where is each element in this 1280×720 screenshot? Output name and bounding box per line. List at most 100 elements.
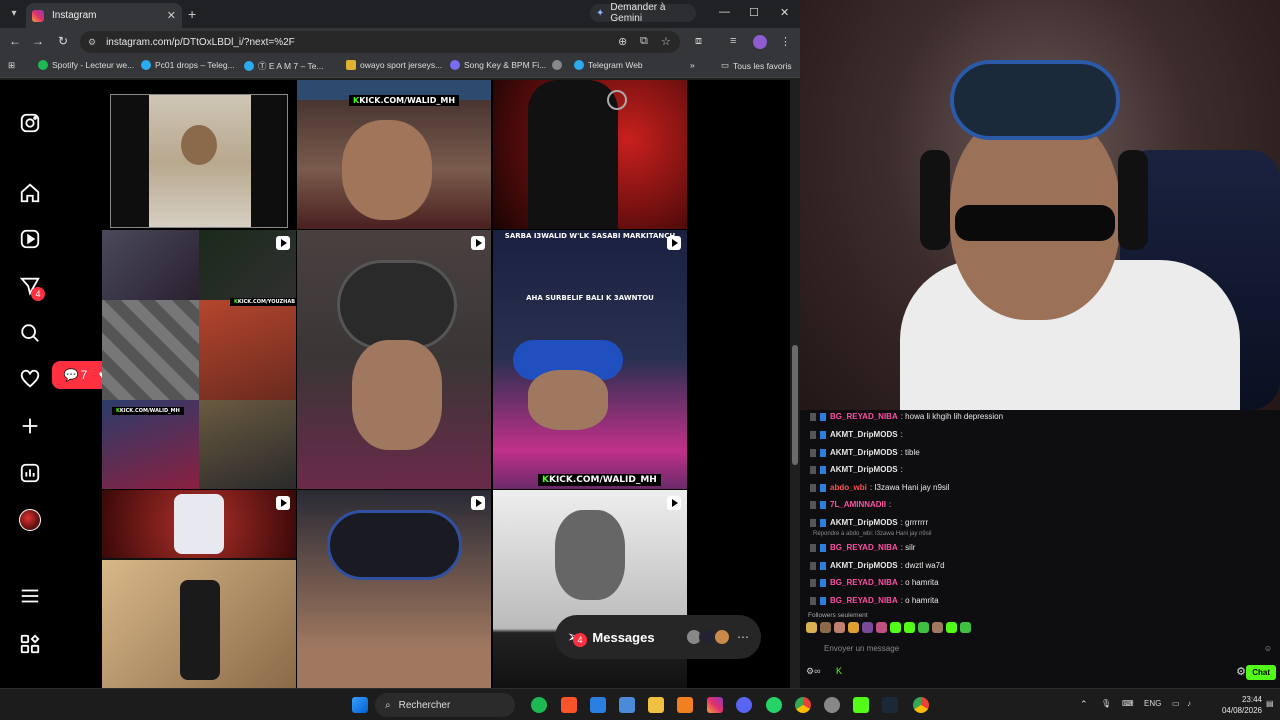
dashboard-icon[interactable] bbox=[18, 462, 42, 486]
emote[interactable] bbox=[820, 622, 831, 633]
chat-username[interactable]: AKMT_DripMODS bbox=[830, 465, 898, 474]
reels-icon[interactable] bbox=[18, 228, 42, 252]
profile-avatar[interactable] bbox=[19, 509, 41, 531]
chat-message[interactable]: BG_REYAD_NIBA: o hamrita bbox=[810, 596, 939, 605]
tab-close-icon[interactable]: ✕ bbox=[167, 9, 176, 22]
also-from-meta-icon[interactable] bbox=[18, 633, 42, 657]
chat-message[interactable]: BG_REYAD_NIBA: howa li khgih lih depress… bbox=[810, 412, 1003, 421]
emote[interactable] bbox=[946, 622, 957, 633]
minimize-icon[interactable]: — bbox=[719, 6, 730, 18]
extensions-icon[interactable]: ⧈ bbox=[695, 35, 702, 48]
search-icon[interactable] bbox=[18, 322, 42, 346]
settings-gear-icon[interactable]: ⚙ bbox=[1236, 665, 1246, 678]
bookmarks-overflow-icon[interactable]: » bbox=[690, 60, 695, 70]
post-thumbnail[interactable] bbox=[297, 230, 491, 489]
keyboard-icon[interactable]: ⌨ bbox=[1122, 699, 1134, 708]
site-info-icon[interactable]: ⚙ bbox=[88, 37, 96, 48]
bookmark-6[interactable]: Telegram Web bbox=[574, 60, 643, 70]
bookmark-1[interactable]: Spotify - Lecteur we... bbox=[38, 60, 134, 70]
install-app-icon[interactable]: ⧉ bbox=[640, 35, 648, 48]
profile-avatar[interactable] bbox=[753, 35, 767, 49]
app-taskbar-icon[interactable] bbox=[824, 697, 840, 713]
steam-taskbar-icon[interactable] bbox=[882, 697, 898, 713]
tab-instagram[interactable]: Instagram ✕ bbox=[26, 3, 182, 28]
system-clock[interactable]: 23:44 04/08/2026 bbox=[1202, 694, 1262, 716]
chat-username[interactable]: AKMT_DripMODS bbox=[830, 561, 898, 570]
bookmark-3[interactable]: Ⓣ E A M 7 – Te... bbox=[244, 60, 324, 72]
apps-grid-icon[interactable]: ⊞ bbox=[8, 60, 15, 71]
emote[interactable] bbox=[890, 622, 901, 633]
chat-message[interactable]: BG_REYAD_NIBA: o hamrita bbox=[810, 578, 939, 587]
emote[interactable] bbox=[806, 622, 817, 633]
emote[interactable] bbox=[932, 622, 943, 633]
address-bar[interactable]: ⚙ instagram.com/p/DTtOxLBDl_i/?next=%2F bbox=[80, 31, 680, 53]
bookmark-2[interactable]: Pc01 drops – Teleg... bbox=[141, 60, 235, 70]
chat-message[interactable]: 7L_AMINNADII: bbox=[810, 500, 891, 509]
post-thumbnail[interactable] bbox=[102, 490, 296, 688]
windows-start-icon[interactable] bbox=[352, 697, 368, 713]
chat-tools-icon[interactable]: ⚙∞ bbox=[806, 666, 820, 677]
chat-username[interactable]: 7L_AMINNADII bbox=[830, 500, 886, 509]
all-bookmarks-folder[interactable]: ▭ Tous les favoris bbox=[721, 60, 792, 71]
more-menu-icon[interactable] bbox=[18, 585, 42, 609]
chat-username[interactable]: AKMT_DripMODS bbox=[830, 430, 898, 439]
language-indicator[interactable]: ENG bbox=[1144, 699, 1161, 708]
chat-username[interactable]: BG_REYAD_NIBA bbox=[830, 412, 898, 421]
chat-message[interactable]: AKMT_DripMODS: tible bbox=[810, 448, 920, 457]
scrollbar-thumb[interactable] bbox=[792, 345, 798, 465]
post-thumbnail[interactable] bbox=[493, 80, 687, 229]
ask-gemini-button[interactable]: ✦ Demander à Gemini bbox=[590, 2, 696, 24]
create-plus-icon[interactable] bbox=[18, 415, 42, 439]
close-window-icon[interactable]: ✕ bbox=[780, 6, 789, 19]
vlc-taskbar-icon[interactable] bbox=[677, 697, 693, 713]
chat-send-button[interactable]: Chat bbox=[1246, 665, 1276, 680]
chat-username[interactable]: BG_REYAD_NIBA bbox=[830, 596, 898, 605]
chat-message[interactable]: AKMT_DripMODS: grrrrrrr bbox=[810, 518, 928, 527]
tray-overflow-icon[interactable]: ⌃ bbox=[1080, 699, 1088, 710]
emote[interactable] bbox=[834, 622, 845, 633]
home-icon[interactable] bbox=[18, 182, 42, 206]
instagram-taskbar-icon[interactable] bbox=[707, 697, 723, 713]
forward-icon[interactable]: → bbox=[30, 34, 46, 48]
reload-icon[interactable]: ↻ bbox=[55, 34, 71, 48]
back-icon[interactable]: ← bbox=[7, 34, 23, 48]
emote[interactable] bbox=[876, 622, 887, 633]
tab-search-icon[interactable]: ▾ bbox=[6, 6, 22, 22]
store-taskbar-icon[interactable] bbox=[619, 697, 635, 713]
chat-message[interactable]: abdo_wbi: I3zawa Hani jay n9sil bbox=[810, 483, 949, 492]
emote[interactable] bbox=[960, 622, 971, 633]
whatsapp-taskbar-icon[interactable] bbox=[766, 697, 782, 713]
messages-dock-button[interactable]: ➢4 Messages ⋯ bbox=[555, 615, 761, 659]
security-taskbar-icon[interactable] bbox=[590, 697, 606, 713]
post-thumbnail[interactable]: KKICK.COM/WALID_MH bbox=[297, 80, 491, 229]
media-control-icon[interactable]: ≡ bbox=[730, 35, 736, 47]
explorer-taskbar-icon[interactable] bbox=[648, 697, 664, 713]
emote[interactable] bbox=[918, 622, 929, 633]
chat-message-input[interactable]: Envoyer un message ☺ bbox=[806, 640, 1276, 656]
discord-taskbar-icon[interactable] bbox=[736, 697, 752, 713]
maximize-icon[interactable]: ☐ bbox=[749, 6, 759, 19]
taskbar-search[interactable]: ⌕ Rechercher bbox=[375, 693, 515, 717]
mic-icon[interactable]: 🎙 bbox=[1101, 699, 1111, 708]
chat-message[interactable]: BG_REYAD_NIBA: silr bbox=[810, 543, 915, 552]
page-scrollbar[interactable] bbox=[790, 80, 800, 688]
chrome-active-taskbar-icon[interactable] bbox=[913, 697, 929, 713]
bookmark-4[interactable]: owayo sport jerseys... bbox=[346, 60, 442, 70]
kick-taskbar-icon[interactable] bbox=[853, 697, 869, 713]
emote[interactable] bbox=[862, 622, 873, 633]
new-tab-icon[interactable]: + bbox=[188, 6, 196, 22]
post-thumbnail[interactable] bbox=[297, 490, 491, 688]
bookmark-star-icon[interactable]: ☆ bbox=[661, 35, 671, 48]
post-thumbnail[interactable] bbox=[110, 94, 288, 228]
emote[interactable] bbox=[904, 622, 915, 633]
post-thumbnail[interactable]: SARBA I3WALID W'LK SASABI MARKITANCH AHA… bbox=[493, 230, 687, 489]
notifications-icon[interactable]: ▤ bbox=[1266, 699, 1274, 708]
post-thumbnail[interactable]: KKICK.COM/YOUZHAB KKICK.COM/WALID_MH bbox=[102, 230, 296, 489]
chrome-taskbar-icon[interactable] bbox=[795, 697, 811, 713]
chat-username[interactable]: abdo_wbi bbox=[830, 483, 867, 492]
bookmark-chrome-icon[interactable] bbox=[552, 60, 566, 70]
kick-icon[interactable]: K bbox=[836, 666, 842, 676]
notifications-heart-icon[interactable] bbox=[18, 368, 42, 392]
spotify-taskbar-icon[interactable] bbox=[531, 697, 547, 713]
menu-kebab-icon[interactable]: ⋮ bbox=[780, 35, 791, 48]
